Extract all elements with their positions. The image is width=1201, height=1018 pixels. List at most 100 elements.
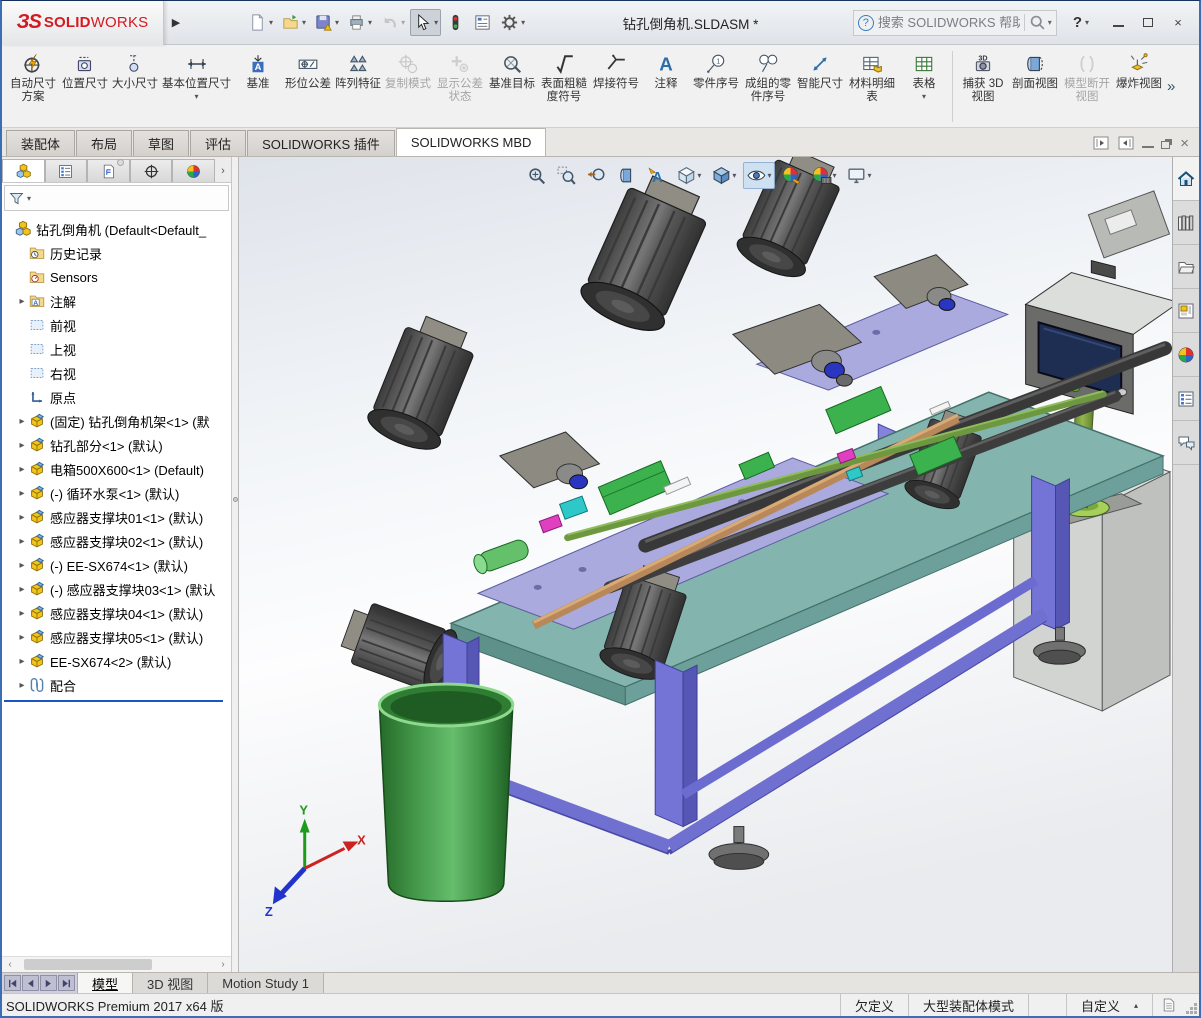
hide-show-items-button[interactable]: ▾ bbox=[742, 162, 775, 189]
zoom-area-button[interactable] bbox=[552, 162, 579, 189]
view-orientation-caret[interactable]: ▾ bbox=[697, 171, 701, 180]
file-explorer-tab[interactable] bbox=[1173, 245, 1199, 289]
options-button[interactable]: ▾ bbox=[497, 9, 528, 36]
view-orientation-button[interactable]: ▾ bbox=[672, 162, 704, 189]
dimxpertmanager-tab[interactable] bbox=[129, 159, 173, 182]
expand-arrow-icon[interactable]: ▸ bbox=[16, 440, 28, 451]
ribbon-button[interactable]: 成组的零件序号 bbox=[741, 47, 795, 126]
filter-dropdown-caret[interactable]: ▾ bbox=[27, 194, 31, 203]
open-button[interactable]: ▾ bbox=[278, 9, 309, 36]
view-palette-tab[interactable] bbox=[1173, 289, 1199, 333]
ribbon-button[interactable]: 捕获 3D 视图 bbox=[956, 47, 1010, 126]
ribbon-button[interactable]: 爆炸视图 bbox=[1114, 47, 1164, 126]
search-box[interactable]: ? ▾ bbox=[852, 9, 1057, 36]
panel-splitter[interactable] bbox=[232, 157, 239, 972]
scroll-right-icon[interactable]: › bbox=[215, 958, 231, 972]
custom-properties-tab[interactable] bbox=[1173, 377, 1199, 421]
first-tab-icon[interactable] bbox=[4, 975, 21, 991]
new-document-button-caret[interactable]: ▾ bbox=[269, 18, 273, 27]
doc-close-button[interactable]: × bbox=[1180, 136, 1189, 151]
displaymanager-tab[interactable] bbox=[172, 159, 215, 182]
ribbon-button[interactable]: 零件序号 bbox=[691, 47, 741, 126]
ribbon-button[interactable]: 自动尺寸方案 bbox=[6, 47, 60, 126]
command-tab[interactable]: 布局 bbox=[76, 130, 133, 156]
ribbon-button[interactable]: 基准目标 bbox=[487, 47, 537, 126]
tree-item[interactable]: ▸ (-) EE-SX674<1> (默认) bbox=[2, 553, 231, 577]
collapse-right-icon[interactable] bbox=[1117, 134, 1135, 152]
previous-view-button[interactable] bbox=[582, 162, 609, 189]
menu-flyout-button[interactable]: ▶ bbox=[167, 8, 185, 38]
expand-arrow-icon[interactable]: ▸ bbox=[16, 296, 28, 307]
undo-button-caret[interactable]: ▾ bbox=[401, 18, 405, 27]
annotation-views-button[interactable] bbox=[642, 162, 669, 189]
select-button[interactable]: ▾ bbox=[410, 9, 442, 36]
tree-item[interactable]: ▸ 配合 bbox=[2, 673, 231, 697]
tree-item[interactable]: ▸ (-) 感应器支撑块03<1> (默认 bbox=[2, 577, 231, 601]
ribbon-button[interactable]: 基准 bbox=[233, 47, 283, 126]
tree-item[interactable]: 上视 bbox=[2, 337, 231, 361]
previous-tab-icon[interactable] bbox=[22, 975, 39, 991]
ribbon-button[interactable]: 形位公差 bbox=[283, 47, 333, 126]
search-input[interactable] bbox=[877, 15, 1020, 30]
tree-item[interactable]: ▸ 感应器支撑块02<1> (默认) bbox=[2, 529, 231, 553]
scroll-left-icon[interactable]: ‹ bbox=[2, 958, 18, 972]
last-tab-icon[interactable] bbox=[58, 975, 75, 991]
tree-item[interactable]: ▸ 感应器支撑块04<1> (默认) bbox=[2, 601, 231, 625]
ribbon-button[interactable]: 阵列特征 bbox=[333, 47, 383, 126]
help-menu-button[interactable]: ? ▾ bbox=[1065, 14, 1097, 31]
tree-item[interactable]: ▸ 注解 bbox=[2, 289, 231, 313]
panel-collapse-handle[interactable] bbox=[116, 159, 124, 166]
propertymanager-tab[interactable] bbox=[44, 159, 88, 182]
select-button-caret[interactable]: ▾ bbox=[434, 18, 438, 27]
model-tab[interactable]: 模型 bbox=[78, 973, 134, 993]
tree-item[interactable]: 前视 bbox=[2, 313, 231, 337]
view-settings-caret[interactable]: ▾ bbox=[867, 171, 871, 180]
open-button-caret[interactable]: ▾ bbox=[302, 18, 306, 27]
appearances-scenes-tab[interactable] bbox=[1173, 333, 1199, 377]
status-custom-dropdown[interactable]: 自定义 ▴ bbox=[1065, 994, 1152, 1016]
expand-arrow-icon[interactable]: ▸ bbox=[16, 488, 28, 499]
save-button[interactable]: ▾ bbox=[311, 9, 342, 36]
expand-arrow-icon[interactable]: ▸ bbox=[16, 680, 28, 691]
ribbon-button[interactable]: 智能尺寸 bbox=[795, 47, 845, 126]
tree-item[interactable]: 钻孔倒角机 (Default<Default_ bbox=[2, 217, 231, 241]
tree-item[interactable]: Sensors bbox=[2, 265, 231, 289]
apply-scene-button[interactable]: ▾ bbox=[807, 162, 839, 189]
section-view-button[interactable] bbox=[612, 162, 639, 189]
ribbon-button[interactable]: 焊接符号 bbox=[591, 47, 641, 126]
ribbon-overflow-button[interactable]: » bbox=[1164, 78, 1178, 95]
tree-horizontal-scrollbar[interactable]: ‹ › bbox=[2, 956, 231, 972]
doc-minimize-button[interactable] bbox=[1142, 138, 1155, 148]
tree-item[interactable]: 原点 bbox=[2, 385, 231, 409]
view-settings-button[interactable]: ▾ bbox=[842, 162, 874, 189]
hide-show-items-caret[interactable]: ▾ bbox=[767, 171, 771, 180]
tree-item[interactable]: ▸ 钻孔部分<1> (默认) bbox=[2, 433, 231, 457]
tree-item[interactable]: ▸ 电箱500X600<1> (Default) bbox=[2, 457, 231, 481]
apply-scene-caret[interactable]: ▾ bbox=[832, 171, 836, 180]
expand-arrow-icon[interactable]: ▸ bbox=[16, 560, 28, 571]
command-tab[interactable]: 装配体 bbox=[6, 130, 76, 156]
display-style-caret[interactable]: ▾ bbox=[732, 171, 736, 180]
ribbon-button[interactable]: 表格 ▾ bbox=[899, 47, 949, 126]
scrollbar-thumb[interactable] bbox=[24, 959, 152, 970]
maximize-button[interactable] bbox=[1135, 12, 1161, 34]
undo-button[interactable]: ▾ bbox=[377, 9, 408, 36]
machine-3d-model[interactable]: Y X Z bbox=[239, 157, 1172, 972]
featuremanager-tab[interactable] bbox=[2, 159, 45, 182]
tree-filter[interactable]: ▾ bbox=[4, 185, 229, 211]
ribbon-button[interactable]: 剖面视图 bbox=[1010, 47, 1060, 126]
ribbon-button[interactable]: 表面粗糙度符号 bbox=[537, 47, 591, 126]
solidworks-forum-tab[interactable] bbox=[1173, 421, 1199, 465]
expand-arrow-icon[interactable]: ▸ bbox=[16, 584, 28, 595]
doc-restore-button[interactable] bbox=[1161, 138, 1173, 149]
ribbon-button[interactable]: 注释 bbox=[641, 47, 691, 126]
performance-evaluation-button[interactable] bbox=[443, 9, 468, 36]
expand-arrow-icon[interactable]: ▸ bbox=[16, 608, 28, 619]
expand-arrow-icon[interactable]: ▸ bbox=[16, 464, 28, 475]
print-button-caret[interactable]: ▾ bbox=[368, 18, 372, 27]
edit-appearance-button[interactable] bbox=[777, 162, 804, 189]
next-tab-icon[interactable] bbox=[40, 975, 57, 991]
ribbon-button[interactable]: 大小尺寸 bbox=[110, 47, 160, 126]
tree-item[interactable]: ▸ (固定) 钻孔倒角机架<1> (默 bbox=[2, 409, 231, 433]
ribbon-button[interactable]: 材料明细表 bbox=[845, 47, 899, 126]
